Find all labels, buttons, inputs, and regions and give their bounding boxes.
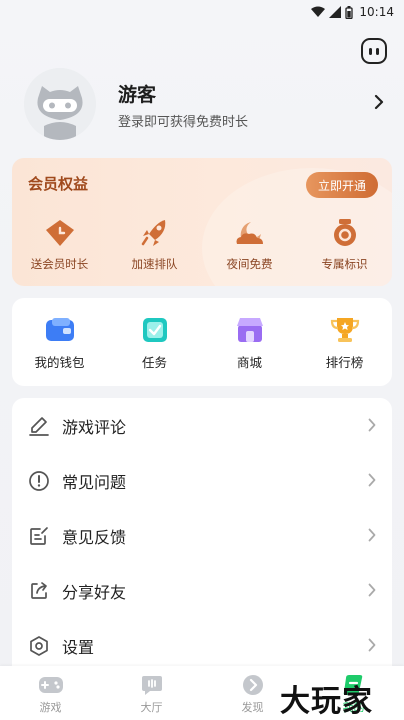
- vip-title: 会员权益: [28, 175, 89, 193]
- quick-item-wallet[interactable]: 我的钱包: [12, 298, 107, 386]
- menu-item-label: 常见问题: [62, 472, 127, 492]
- menu-item-label: 意见反馈: [62, 527, 127, 547]
- menu-item-feedback[interactable]: 意见反馈: [12, 508, 392, 563]
- tab-label: 大厅: [140, 701, 163, 714]
- customer-service-icon[interactable]: [361, 38, 387, 64]
- chevron-right-icon: [368, 583, 376, 597]
- rocket-icon: [141, 220, 165, 246]
- task-icon: [142, 318, 167, 342]
- vip-item-label: 专属标识: [321, 257, 368, 271]
- quick-item-leaderboard[interactable]: 排行榜: [297, 298, 392, 386]
- status-time: 10:14: [359, 5, 394, 19]
- menu-item-settings[interactable]: 设置: [12, 618, 392, 673]
- settings-icon: [30, 635, 48, 656]
- watermark-logo: 大玩家: [280, 684, 373, 719]
- tab-lobby[interactable]: 大厅: [101, 666, 202, 720]
- quick-actions-card: 我的钱包 任务 商城 排行榜: [12, 298, 392, 386]
- menu-item-label: 分享好友: [62, 582, 127, 602]
- menu-item-label: 设置: [62, 637, 95, 657]
- vip-benefits-card: 会员权益 立即开通 送会员时长 加速排队 夜间免费 专属标识: [12, 158, 392, 286]
- vip-item-label: 夜间免费: [226, 257, 273, 271]
- chevron-right-icon: [368, 418, 376, 432]
- quick-item-task[interactable]: 任务: [107, 298, 202, 386]
- settings-menu-list: 游戏评论 常见问题 意见反馈 分享好友 设置: [12, 398, 392, 678]
- wifi-icon: [311, 6, 326, 17]
- info-icon: [29, 470, 49, 491]
- vip-item-exclusive-badge[interactable]: 专属标识: [297, 218, 392, 272]
- menu-item-faq[interactable]: 常见问题: [12, 453, 392, 508]
- lobby-icon: [141, 676, 162, 695]
- avatar[interactable]: [24, 68, 96, 140]
- quick-item-label: 我的钱包: [34, 355, 85, 370]
- chevron-right-icon: [368, 473, 376, 487]
- shop-icon: [236, 318, 263, 342]
- wallet-icon: [45, 318, 74, 341]
- vip-item-label: 加速排队: [131, 257, 178, 271]
- moon-cloud-icon: [236, 222, 263, 244]
- chevron-right-icon: [368, 528, 376, 542]
- profile-header[interactable]: 游客 登录即可获得免费时长: [24, 68, 388, 140]
- menu-item-share[interactable]: 分享好友: [12, 563, 392, 618]
- menu-item-label: 游戏评论: [62, 417, 127, 437]
- menu-item-game-review[interactable]: 游戏评论: [12, 398, 392, 453]
- vip-item-speed-queue[interactable]: 加速排队: [107, 218, 202, 272]
- battery-icon: [345, 5, 354, 19]
- status-icons: [311, 5, 354, 19]
- medal-icon: [333, 219, 356, 246]
- quick-item-label: 商城: [236, 355, 262, 370]
- vip-item-member-time[interactable]: 送会员时长: [12, 218, 107, 272]
- share-icon: [31, 581, 47, 599]
- tab-label: 发现: [241, 701, 264, 714]
- vip-item-label: 送会员时长: [30, 257, 89, 271]
- quick-item-shop[interactable]: 商城: [202, 298, 297, 386]
- clock-tag-icon: [45, 220, 74, 246]
- quick-item-label: 排行榜: [325, 355, 364, 370]
- robot-avatar-icon: [24, 68, 96, 140]
- gamepad-icon: [38, 677, 63, 693]
- open-vip-button[interactable]: 立即开通: [306, 172, 378, 198]
- tab-games[interactable]: 游戏: [0, 666, 101, 720]
- trophy-icon: [330, 318, 359, 342]
- status-bar: 10:14: [0, 0, 404, 24]
- discover-icon: [242, 675, 263, 695]
- chevron-right-icon: [368, 638, 376, 652]
- profile-subtitle: 登录即可获得免费时长: [118, 115, 249, 130]
- tab-label: 游戏: [39, 701, 62, 714]
- quick-item-label: 任务: [141, 355, 167, 370]
- feedback-icon: [30, 526, 48, 545]
- vip-item-night-free[interactable]: 夜间免费: [202, 218, 297, 272]
- signal-icon: [329, 6, 342, 18]
- profile-name: 游客: [118, 84, 157, 106]
- chevron-right-icon[interactable]: [374, 94, 384, 110]
- pencil-icon: [29, 416, 49, 436]
